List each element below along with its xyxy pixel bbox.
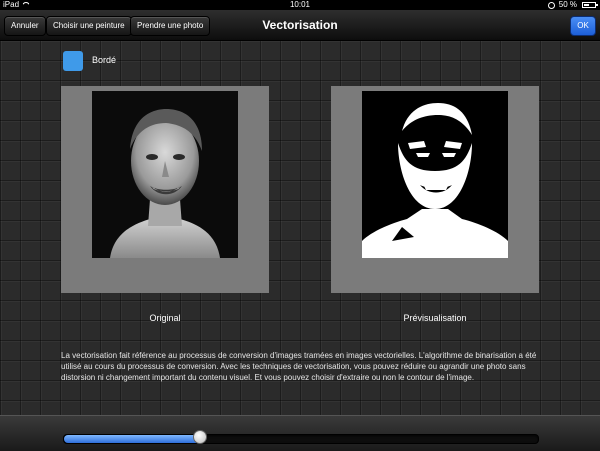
original-label: Original bbox=[149, 313, 181, 323]
ok-button[interactable]: OK bbox=[570, 16, 596, 36]
battery-fill bbox=[584, 4, 589, 6]
portrait-photo-icon bbox=[92, 91, 238, 258]
original-image-frame bbox=[61, 86, 269, 293]
page-title: Vectorisation bbox=[262, 18, 338, 32]
bottom-toolbar bbox=[0, 415, 600, 451]
border-checkbox-label: Bordé bbox=[92, 55, 117, 65]
border-checkbox[interactable] bbox=[63, 51, 83, 71]
battery-percent: 50 % bbox=[558, 0, 577, 9]
description-text: La vectorisation fait référence au proce… bbox=[61, 351, 537, 382]
status-time: 10:01 bbox=[289, 0, 311, 9]
threshold-slider-fill bbox=[64, 435, 202, 443]
vectorized-portrait-icon bbox=[362, 91, 508, 258]
original-photo bbox=[92, 91, 238, 258]
navigation-bar: Annuler Choisir une peinture Prendre une… bbox=[0, 10, 600, 41]
preview-label: Prévisualisation bbox=[403, 313, 467, 323]
orientation-lock-icon bbox=[547, 1, 555, 9]
preview-image-frame bbox=[331, 86, 539, 293]
preview-photo bbox=[362, 91, 508, 258]
status-bar: iPad 10:01 50 % bbox=[0, 0, 600, 10]
threshold-slider-track[interactable] bbox=[63, 434, 539, 444]
battery-icon bbox=[582, 2, 598, 8]
